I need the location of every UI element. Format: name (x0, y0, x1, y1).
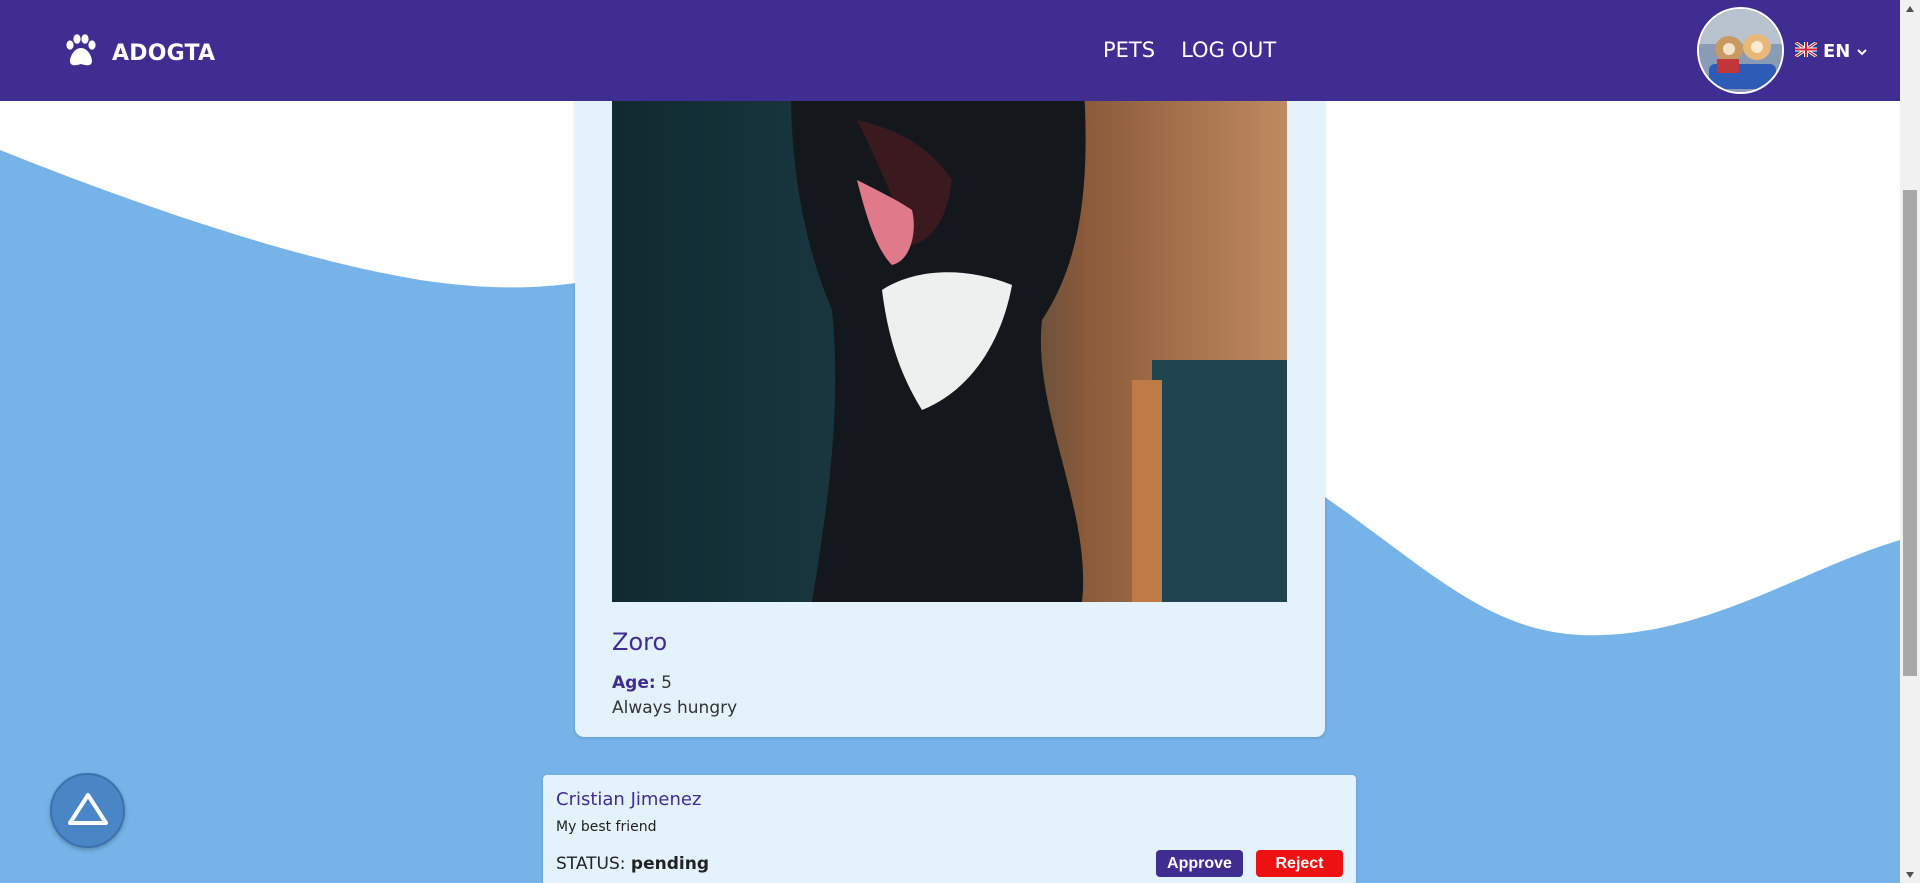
language-code: EN (1823, 41, 1851, 62)
status-value: pending (630, 854, 709, 874)
paw-icon (62, 33, 98, 73)
pet-description: Always hungry (612, 698, 738, 718)
approve-button[interactable]: Approve (1156, 850, 1243, 877)
vertical-scrollbar[interactable] (1900, 0, 1920, 883)
pet-age-label: Age: (612, 673, 656, 693)
triangle-up-icon (66, 791, 110, 831)
scrollbar-thumb[interactable] (1903, 190, 1917, 676)
adoption-request-card: Cristian Jimenez My best friend STATUS: … (543, 775, 1356, 883)
request-status: STATUS: pending (556, 854, 709, 874)
nav-link-logout[interactable]: LOG OUT (1181, 38, 1276, 62)
status-label: STATUS: (556, 854, 626, 874)
language-selector[interactable]: EN (1794, 40, 1868, 62)
pet-age: Age: 5 (612, 673, 672, 693)
uk-flag-icon (1794, 40, 1818, 62)
nav-link-pets[interactable]: PETS (1103, 38, 1155, 62)
scroll-to-top-button[interactable] (50, 773, 125, 848)
top-navbar: ADOGTA PETS LOG OUT EN (0, 0, 1900, 101)
scroll-up-arrow-icon[interactable] (1900, 0, 1920, 17)
pet-photo (612, 60, 1287, 602)
user-avatar[interactable] (1697, 7, 1784, 94)
nav-links: PETS LOG OUT (1103, 38, 1276, 62)
brand-name: ADOGTA (112, 40, 216, 66)
pet-card: Zoro Age: 5 Always hungry (575, 60, 1325, 737)
reject-button[interactable]: Reject (1256, 850, 1343, 877)
pet-name: Zoro (612, 628, 668, 656)
requester-name: Cristian Jimenez (556, 789, 702, 810)
chevron-down-icon (1856, 41, 1868, 62)
brand-link[interactable]: ADOGTA (62, 33, 215, 73)
request-message: My best friend (556, 819, 657, 835)
pet-age-value: 5 (661, 673, 672, 693)
scroll-down-arrow-icon[interactable] (1900, 866, 1920, 883)
